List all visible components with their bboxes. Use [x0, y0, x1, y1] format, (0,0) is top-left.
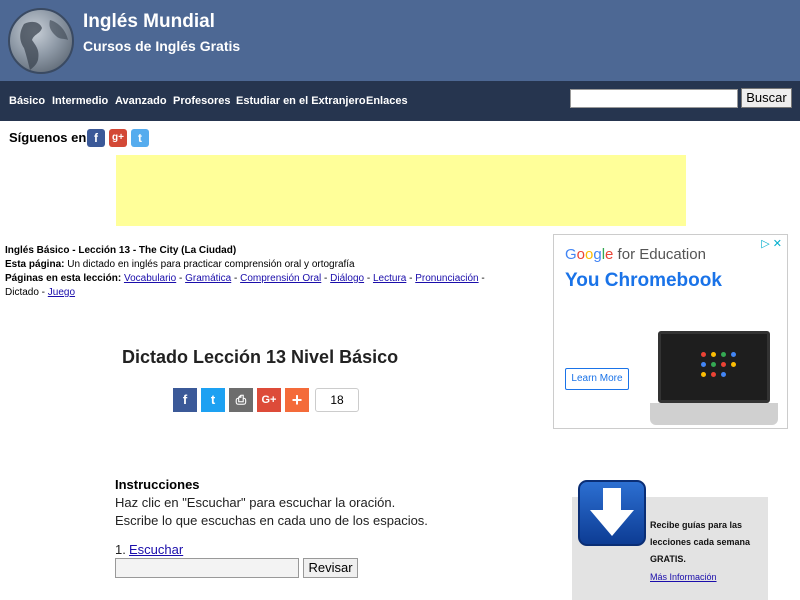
page-title: Dictado Lección 13 Nivel Básico — [122, 347, 399, 367]
instructions-title: Instrucciones — [115, 477, 200, 492]
nav-item-enlaces[interactable]: Enlaces — [366, 95, 408, 107]
link-lectura[interactable]: Lectura — [373, 273, 406, 284]
site-subtitle: Cursos de Inglés Gratis — [83, 38, 241, 54]
follow-label: Síguenos en — [9, 130, 87, 145]
question-number: 1. — [115, 542, 126, 557]
answer-input[interactable] — [115, 558, 299, 578]
nav-item-avanzado[interactable]: Avanzado — [115, 95, 167, 107]
twitter-icon[interactable]: t — [131, 129, 149, 147]
download-arrow-icon[interactable] — [578, 480, 646, 546]
nav-item-estudiar[interactable]: Estudiar en el Extranjero — [236, 95, 366, 107]
link-juego[interactable]: Juego — [48, 287, 75, 298]
share-twitter-icon[interactable]: t — [201, 388, 225, 412]
globe-icon[interactable] — [8, 8, 74, 74]
lesson-pages-cont: Dictado - Juego — [5, 287, 76, 298]
search-button[interactable]: Buscar — [741, 88, 792, 108]
ad-headline[interactable]: You Chromebook — [565, 270, 722, 292]
check-button[interactable]: Revisar — [303, 558, 358, 578]
adchoices-icon[interactable]: ▷ ✕ — [761, 237, 782, 250]
nav-item-intermedio[interactable]: Intermedio — [52, 95, 108, 107]
instruction-line-1: Haz clic en "Escuchar" para escuchar la … — [115, 495, 396, 510]
site-header: Inglés Mundial Cursos de Inglés Gratis — [0, 0, 800, 81]
more-info-link[interactable]: Más Información — [650, 572, 717, 582]
share-count: 18 — [315, 388, 359, 412]
chromebook-ad[interactable]: ▷ ✕ Google for Education You Chromebook … — [553, 234, 788, 429]
laptop-base — [650, 403, 778, 425]
banner-ad[interactable] — [116, 155, 686, 226]
link-dialogo[interactable]: Diálogo — [330, 273, 364, 284]
laptop-image — [658, 331, 770, 403]
promo-line-1: Recibe guías para las — [650, 520, 743, 530]
share-more-icon[interactable]: + — [285, 388, 309, 412]
google-plus-icon[interactable]: g+ — [109, 129, 127, 147]
page-description: Esta página: Un dictado en inglés para p… — [5, 259, 355, 270]
share-print-icon[interactable]: ⎙ — [229, 388, 253, 412]
nav-item-basico[interactable]: Básico — [9, 95, 45, 107]
link-vocabulario[interactable]: Vocabulario — [124, 273, 176, 284]
current-page: Dictado — [5, 287, 39, 298]
ad-brand: Google for Education — [565, 246, 706, 263]
facebook-icon[interactable]: f — [87, 129, 105, 147]
learn-more-button[interactable]: Learn More — [565, 368, 629, 390]
promo-line-2: lecciones cada semana — [650, 537, 751, 547]
share-google-plus-icon[interactable]: G+ — [257, 388, 281, 412]
lesson-title: Inglés Básico - Lección 13 - The City (L… — [5, 245, 237, 256]
instruction-line-2: Escribe lo que escuchas en cada uno de l… — [115, 513, 428, 528]
link-pronunciacion[interactable]: Pronunciación — [415, 273, 478, 284]
site-title[interactable]: Inglés Mundial — [83, 11, 215, 33]
share-facebook-icon[interactable]: f — [173, 388, 197, 412]
promo-line-3: GRATIS. — [650, 554, 686, 564]
listen-link[interactable]: Escuchar — [129, 542, 183, 557]
nav-item-profesores[interactable]: Profesores — [173, 95, 230, 107]
search-input[interactable] — [570, 89, 738, 108]
lesson-pages: Páginas en esta lección: Vocabulario - G… — [5, 273, 485, 284]
link-gramatica[interactable]: Gramática — [185, 273, 231, 284]
link-comprension-oral[interactable]: Comprensión Oral — [240, 273, 321, 284]
